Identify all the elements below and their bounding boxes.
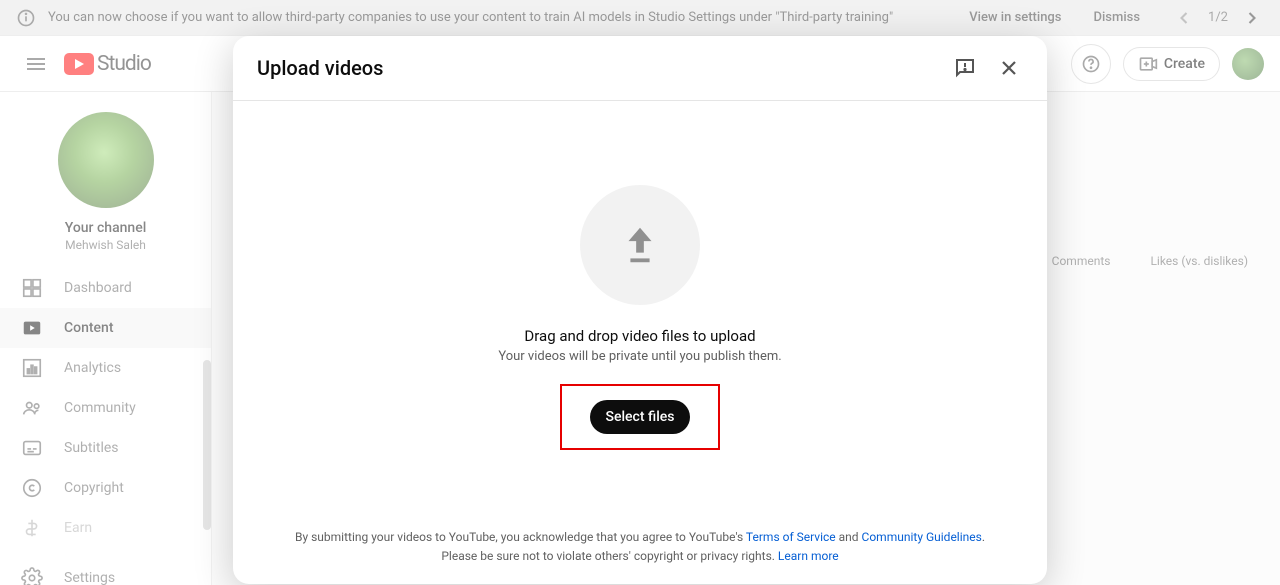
upload-sub-text: Your videos will be private until you pu… (498, 349, 781, 364)
select-files-button[interactable]: Select files (590, 400, 691, 434)
modal-body[interactable]: Drag and drop video files to upload Your… (233, 101, 1047, 514)
feedback-button[interactable] (951, 54, 979, 82)
community-guidelines-link[interactable]: Community Guidelines (862, 530, 982, 544)
close-button[interactable] (995, 54, 1023, 82)
upload-videos-modal: Upload videos Drag and drop video files … (233, 36, 1047, 584)
terms-of-service-link[interactable]: Terms of Service (746, 530, 836, 544)
upload-drop-zone[interactable] (580, 185, 700, 305)
modal-footer: By submitting your videos to YouTube, yo… (233, 514, 1047, 584)
modal-title: Upload videos (257, 56, 383, 80)
highlight-box: Select files (560, 384, 721, 450)
learn-more-link[interactable]: Learn more (778, 549, 839, 563)
modal-header: Upload videos (233, 36, 1047, 101)
upload-main-text: Drag and drop video files to upload (524, 327, 755, 345)
